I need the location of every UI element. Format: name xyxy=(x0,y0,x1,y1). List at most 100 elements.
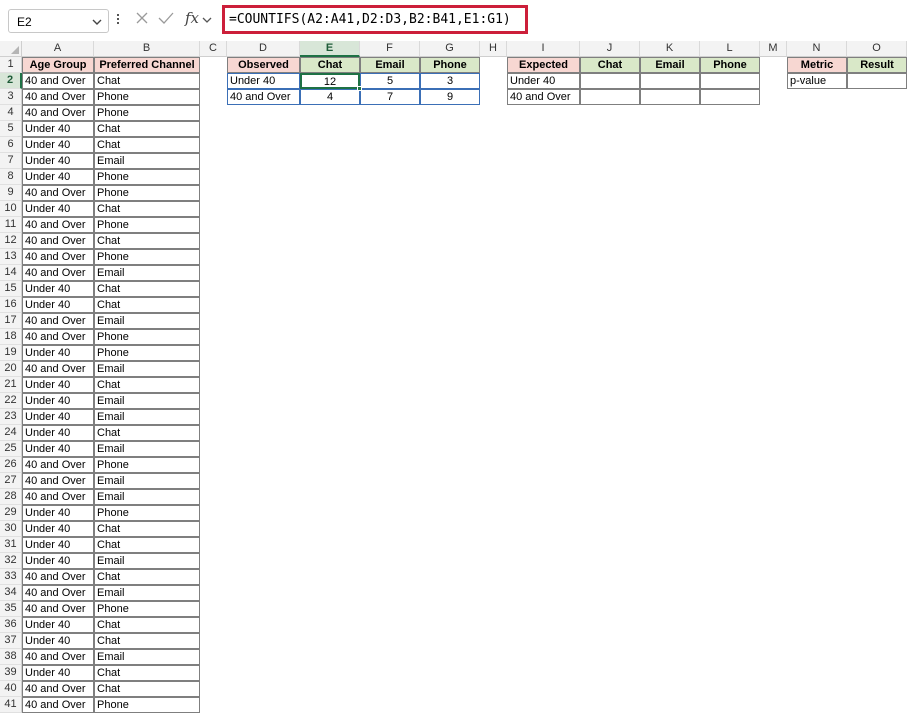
cell-preferred-channel[interactable]: Phone xyxy=(94,345,200,361)
cell-age-group[interactable]: 40 and Over xyxy=(22,489,94,505)
expected-value[interactable] xyxy=(640,73,700,89)
row-header-13[interactable]: 13 xyxy=(0,249,22,265)
cell-preferred-channel[interactable]: Phone xyxy=(94,249,200,265)
expected-value[interactable] xyxy=(580,89,640,105)
cancel-icon[interactable] xyxy=(135,11,149,28)
row-header-20[interactable]: 20 xyxy=(0,361,22,377)
cell-preferred-channel[interactable]: Email xyxy=(94,585,200,601)
cell-preferred-channel[interactable]: Email xyxy=(94,553,200,569)
row-header-10[interactable]: 10 xyxy=(0,201,22,217)
cell-preferred-channel[interactable]: Email xyxy=(94,441,200,457)
cell-age-group[interactable]: Under 40 xyxy=(22,553,94,569)
cell-age-group[interactable]: Under 40 xyxy=(22,377,94,393)
row-header-24[interactable]: 24 xyxy=(0,425,22,441)
cell-age-group[interactable]: 40 and Over xyxy=(22,569,94,585)
cell-age-group[interactable]: 40 and Over xyxy=(22,89,94,105)
cell-preferred-channel[interactable]: Chat xyxy=(94,633,200,649)
column-header-d[interactable]: D xyxy=(227,41,300,57)
row-header-38[interactable]: 38 xyxy=(0,649,22,665)
cell-preferred-channel[interactable]: Chat xyxy=(94,617,200,633)
metric-label[interactable]: p-value xyxy=(787,73,847,89)
cell-age-group[interactable]: 40 and Over xyxy=(22,473,94,489)
row-header-21[interactable]: 21 xyxy=(0,377,22,393)
cell-age-group[interactable]: Under 40 xyxy=(22,633,94,649)
cell-preferred-channel[interactable]: Phone xyxy=(94,105,200,121)
name-box[interactable]: E2 xyxy=(8,9,109,33)
expected-row-label[interactable]: Under 40 xyxy=(507,73,580,89)
row-header-23[interactable]: 23 xyxy=(0,409,22,425)
cell-preferred-channel[interactable]: Phone xyxy=(94,601,200,617)
cell-preferred-channel[interactable]: Chat xyxy=(94,569,200,585)
cell-age-group[interactable]: 40 and Over xyxy=(22,601,94,617)
cell-preferred-channel[interactable]: Chat xyxy=(94,537,200,553)
cell-age-group[interactable]: 40 and Over xyxy=(22,73,94,89)
row-header-40[interactable]: 40 xyxy=(0,681,22,697)
cell-age-group[interactable]: Under 40 xyxy=(22,521,94,537)
cell-preferred-channel[interactable]: Email xyxy=(94,649,200,665)
cell-preferred-channel[interactable]: Email xyxy=(94,361,200,377)
cell-age-group[interactable]: 40 and Over xyxy=(22,265,94,281)
cell-preferred-channel[interactable]: Email xyxy=(94,473,200,489)
observed-value[interactable]: 3 xyxy=(420,73,480,89)
row-header-37[interactable]: 37 xyxy=(0,633,22,649)
row-header-33[interactable]: 33 xyxy=(0,569,22,585)
cell-preferred-channel[interactable]: Chat xyxy=(94,121,200,137)
formula-input[interactable]: =COUNTIFS(A2:A41,D2:D3,B2:B41,E1:G1) xyxy=(222,5,528,34)
header-age-group[interactable]: Age Group xyxy=(22,57,94,73)
confirm-check-icon[interactable] xyxy=(158,11,174,28)
header-preferred-channel[interactable]: Preferred Channel xyxy=(94,57,200,73)
row-header-4[interactable]: 4 xyxy=(0,105,22,121)
row-header-8[interactable]: 8 xyxy=(0,169,22,185)
cell-age-group[interactable]: Under 40 xyxy=(22,617,94,633)
column-header-e[interactable]: E xyxy=(300,41,360,57)
row-header-31[interactable]: 31 xyxy=(0,537,22,553)
cell-preferred-channel[interactable]: Chat xyxy=(94,425,200,441)
observed-col-phone[interactable]: Phone xyxy=(420,57,480,73)
cell-age-group[interactable]: 40 and Over xyxy=(22,313,94,329)
cell-preferred-channel[interactable]: Phone xyxy=(94,89,200,105)
row-header-11[interactable]: 11 xyxy=(0,217,22,233)
result-header[interactable]: Result xyxy=(847,57,907,73)
cell-age-group[interactable]: Under 40 xyxy=(22,441,94,457)
row-header-22[interactable]: 22 xyxy=(0,393,22,409)
cell-age-group[interactable]: 40 and Over xyxy=(22,697,94,713)
cell-age-group[interactable]: Under 40 xyxy=(22,153,94,169)
column-header-k[interactable]: K xyxy=(640,41,700,57)
cell-preferred-channel[interactable]: Email xyxy=(94,409,200,425)
row-header-25[interactable]: 25 xyxy=(0,441,22,457)
cell-age-group[interactable]: 40 and Over xyxy=(22,649,94,665)
cell-age-group[interactable]: 40 and Over xyxy=(22,681,94,697)
cell-preferred-channel[interactable]: Email xyxy=(94,265,200,281)
row-header-39[interactable]: 39 xyxy=(0,665,22,681)
row-header-3[interactable]: 3 xyxy=(0,89,22,105)
cell-preferred-channel[interactable]: Phone xyxy=(94,505,200,521)
cell-age-group[interactable]: 40 and Over xyxy=(22,233,94,249)
cell-age-group[interactable]: Under 40 xyxy=(22,297,94,313)
expected-value[interactable] xyxy=(640,89,700,105)
cell-preferred-channel[interactable]: Chat xyxy=(94,681,200,697)
column-header-f[interactable]: F xyxy=(360,41,420,57)
select-all-corner[interactable] xyxy=(0,41,22,57)
cell-age-group[interactable]: Under 40 xyxy=(22,393,94,409)
row-header-12[interactable]: 12 xyxy=(0,233,22,249)
row-header-14[interactable]: 14 xyxy=(0,265,22,281)
column-header-l[interactable]: L xyxy=(700,41,760,57)
fill-handle[interactable] xyxy=(357,86,362,91)
row-header-7[interactable]: 7 xyxy=(0,153,22,169)
cell-preferred-channel[interactable]: Chat xyxy=(94,665,200,681)
cell-age-group[interactable]: 40 and Over xyxy=(22,585,94,601)
active-cell-e2[interactable]: 12 xyxy=(300,73,360,89)
fx-dropdown-icon[interactable] xyxy=(202,15,212,27)
cell-preferred-channel[interactable]: Chat xyxy=(94,521,200,537)
row-header-29[interactable]: 29 xyxy=(0,505,22,521)
chevron-down-icon[interactable] xyxy=(92,17,102,29)
cell-age-group[interactable]: Under 40 xyxy=(22,409,94,425)
column-header-c[interactable]: C xyxy=(200,41,227,57)
expected-header[interactable]: Expected xyxy=(507,57,580,73)
cell-preferred-channel[interactable]: Chat xyxy=(94,201,200,217)
column-header-m[interactable]: M xyxy=(760,41,787,57)
cell-age-group[interactable]: 40 and Over xyxy=(22,217,94,233)
column-header-b[interactable]: B xyxy=(94,41,200,57)
cell-age-group[interactable]: Under 40 xyxy=(22,281,94,297)
row-header-9[interactable]: 9 xyxy=(0,185,22,201)
